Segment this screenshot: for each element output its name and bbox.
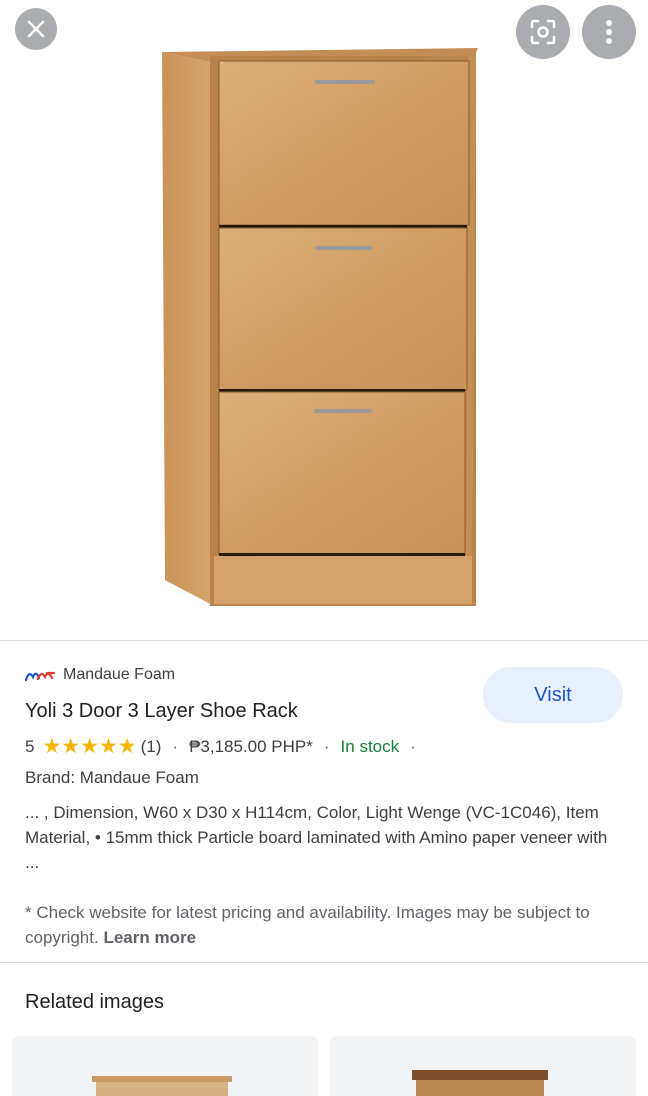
source-site[interactable]: Mandaue Foam [25,666,175,684]
source-name: Mandaue Foam [63,666,176,683]
visit-button[interactable]: Visit [483,667,623,723]
separator-dot: · [172,737,179,756]
related-image [412,1070,548,1096]
product-title[interactable]: Yoli 3 Door 3 Layer Shoe Rack [25,700,298,723]
lens-icon [530,19,556,45]
star-icon: ★ [61,735,81,758]
star-icon: ★ [42,735,62,758]
related-images-heading: Related images [25,991,164,1013]
disclaimer: * Check website for latest pricing and a… [25,900,625,950]
stock-status: In stock [340,737,400,756]
related-image-thumb[interactable] [12,1036,318,1096]
product-image [162,48,478,606]
star-icon: ★ [117,735,137,758]
divider [0,962,648,963]
close-button[interactable] [15,8,57,50]
star-icon: ★ [80,735,99,758]
learn-more-link[interactable]: Learn more [103,928,196,947]
close-icon [27,20,45,38]
rating-stars: ★ ★ ★ ★ ★ [42,735,137,758]
related-image [92,1076,232,1096]
product-meta: 5 ★ ★ ★ ★ ★ (1) · ₱3,185.00 PHP* · In st… [25,735,427,758]
brand-line: Brand: Mandaue Foam [25,768,199,787]
price: ₱3,185.00 PHP* [189,737,313,756]
product-image-viewer [0,0,648,640]
more-vert-icon [606,20,612,44]
separator-dot: · [410,737,416,756]
mandaue-foam-logo-icon [25,671,55,682]
product-description: ... , Dimension, W60 x D30 x H114cm, Col… [25,803,608,872]
rating-value: 5 [25,737,35,756]
separator-dot: · [323,737,330,756]
related-image-thumb[interactable] [330,1036,636,1096]
divider [0,640,648,641]
star-icon: ★ [98,735,118,758]
lens-button[interactable] [516,5,570,59]
review-count: (1) [140,737,162,756]
more-options-button[interactable] [582,5,636,59]
